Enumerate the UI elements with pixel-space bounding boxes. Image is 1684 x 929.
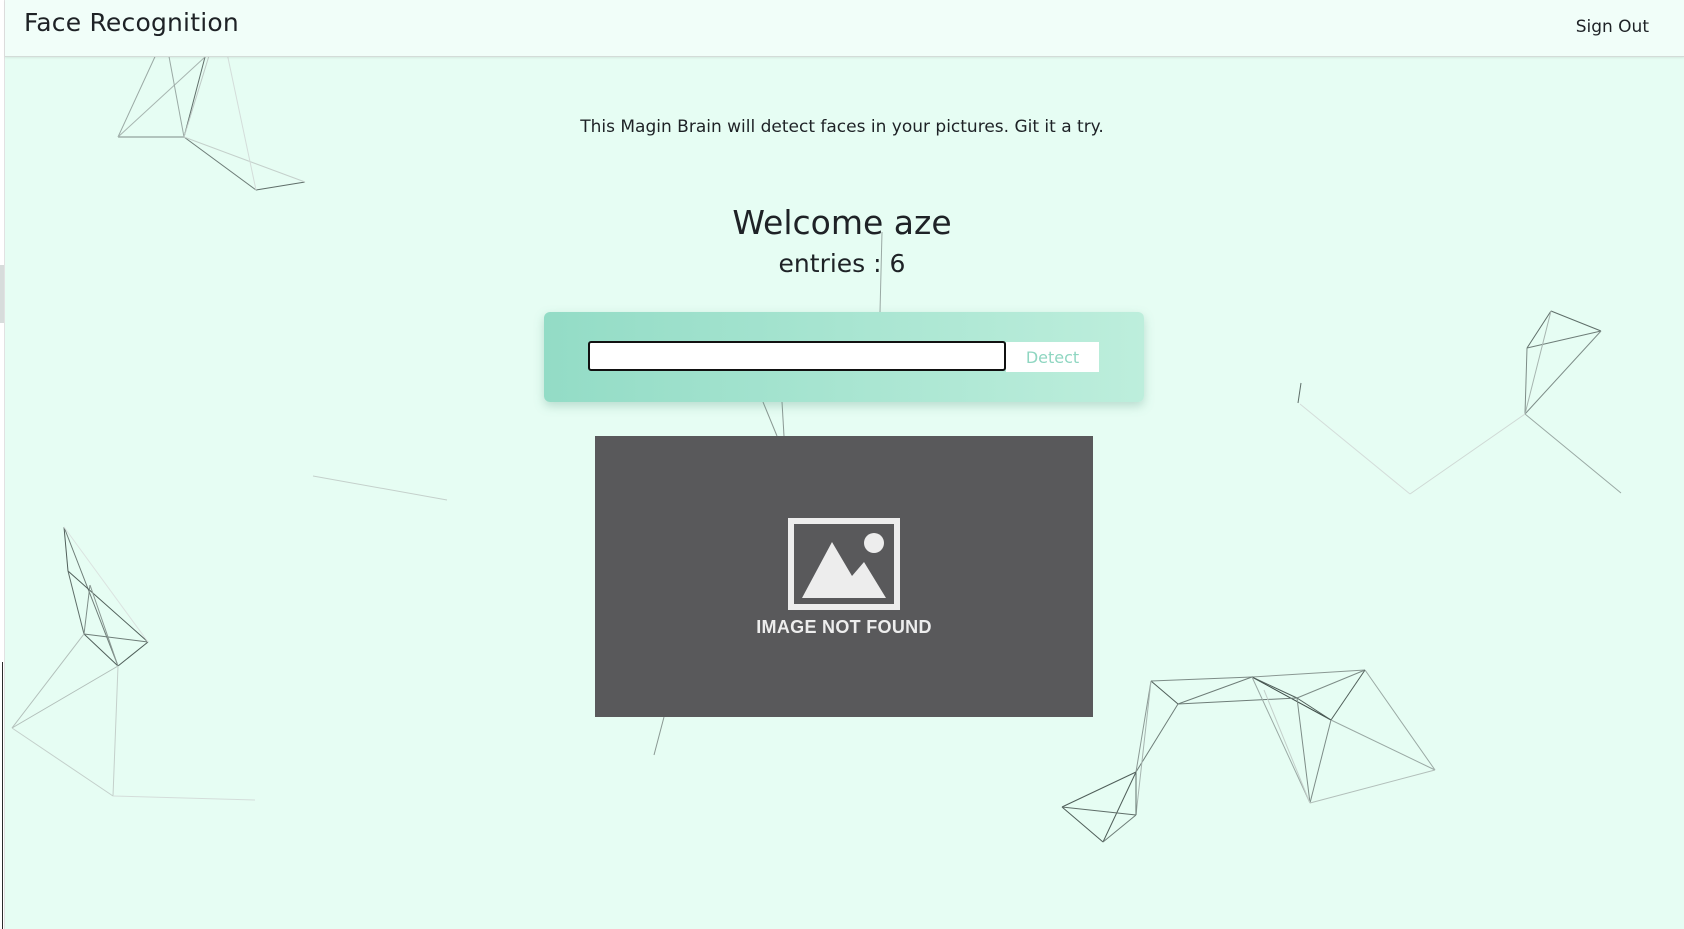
sign-out-link[interactable]: Sign Out <box>1576 17 1649 37</box>
entries-count: entries : 6 <box>778 249 906 278</box>
tagline: This Magin Brain will detect faces in yo… <box>580 117 1104 137</box>
detect-button[interactable]: Detect <box>1006 342 1099 372</box>
image-placeholder-icon <box>788 518 900 610</box>
left-edge-line <box>2 662 3 929</box>
navbar: Face Recognition Sign Out <box>5 0 1684 57</box>
image-link-form: Detect <box>544 312 1144 402</box>
image-not-found-text: IMAGE NOT FOUND <box>756 617 932 637</box>
image-url-input[interactable] <box>588 341 1006 371</box>
app-title: Face Recognition <box>24 8 239 37</box>
window-left-edge <box>0 0 5 929</box>
welcome-heading: Welcome aze <box>732 203 952 242</box>
image-result-box: IMAGE NOT FOUND <box>595 436 1093 717</box>
